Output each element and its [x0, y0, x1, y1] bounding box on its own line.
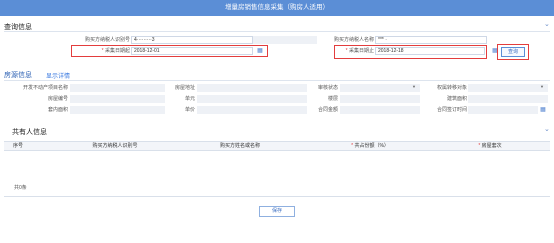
unit-price-field[interactable]	[197, 106, 307, 114]
end-date-label-text: 采集日期止	[348, 48, 374, 54]
col-header-index: 序号	[12, 143, 23, 149]
contract-amount-label: 合同金额	[317, 107, 338, 113]
col-header-tax-id: 购买方纳税人识别号	[92, 143, 138, 149]
start-date-label: * 采集日期起	[86, 47, 130, 55]
filler	[253, 36, 317, 44]
buyer-name-input[interactable]: *** ·	[375, 36, 487, 44]
house-number-field[interactable]	[70, 95, 165, 103]
tab-house-info[interactable]: 房源信息	[4, 70, 32, 80]
inner-area-field[interactable]	[70, 106, 165, 114]
end-date-input[interactable]: 2018-12-18	[375, 47, 485, 55]
contract-date-label: 合同签订时间	[436, 107, 467, 113]
window-title: 增量房销售信息采集（购房人适用）	[0, 0, 554, 16]
save-button[interactable]: 保存	[259, 206, 295, 217]
dropdown-arrow-icon[interactable]: ▼	[412, 84, 416, 89]
calendar-icon[interactable]: ▦	[538, 106, 548, 114]
buyer-tax-id-label: 购买方纳税人识别号	[84, 37, 130, 43]
buyer-name-label: 购买方纳税人名称	[333, 37, 374, 43]
col-header-name: 购买方姓名或名称	[219, 143, 260, 149]
floor-field[interactable]	[340, 95, 420, 103]
col-header-house-count: * 房屋套次	[440, 141, 540, 151]
address-field[interactable]	[197, 84, 307, 92]
coowner-table-body	[4, 151, 550, 197]
coowner-section-title: 共有人信息	[12, 129, 47, 136]
contract-amount-field[interactable]	[340, 106, 420, 114]
transfer-object-label: 权属转移对象	[436, 85, 467, 91]
project-name-field[interactable]	[70, 84, 165, 92]
unit-label: 单元	[184, 96, 195, 102]
col-header-share-text: 共占份额（%）	[354, 143, 389, 149]
collapse-query-icon[interactable]: ⌄	[544, 20, 550, 28]
required-mark: *	[101, 48, 104, 54]
project-name-label: 开发不动产项目名称	[22, 85, 68, 91]
house-number-label: 房屋编号	[47, 96, 68, 102]
divider	[4, 31, 550, 32]
show-details-link[interactable]: 显示详情	[46, 71, 70, 80]
col-header-house-count-text: 房屋套次	[481, 143, 502, 149]
col-header-share: * 共占份额（%）	[320, 141, 420, 151]
contract-date-field[interactable]	[468, 106, 538, 114]
table-footer-count: 共0条	[14, 185, 27, 191]
address-label: 房屋地址	[174, 85, 195, 91]
end-date-label: * 采集日期止	[334, 47, 374, 55]
building-area-field[interactable]	[468, 95, 548, 103]
start-date-input[interactable]: 2018-12-01	[131, 47, 253, 55]
required-mark: *	[345, 48, 348, 54]
buyer-tax-id-input[interactable]: 4·········3	[131, 36, 253, 44]
divider	[4, 80, 550, 81]
unit-price-label: 单价	[184, 107, 195, 113]
dropdown-arrow-icon[interactable]: ▼	[540, 84, 544, 89]
building-area-label: 建筑面积	[446, 96, 467, 102]
query-button[interactable]: 查询	[501, 47, 525, 57]
floor-label: 楼层	[327, 96, 338, 102]
transfer-object-select[interactable]	[468, 84, 548, 92]
calendar-icon[interactable]: ▦	[255, 47, 265, 55]
inner-area-label: 套内面积	[47, 107, 68, 113]
audit-status-select[interactable]	[340, 84, 420, 92]
audit-status-label: 审核状态	[317, 85, 338, 91]
collapse-coowner-icon[interactable]: ⌄	[544, 125, 550, 133]
start-date-label-text: 采集日期起	[104, 48, 130, 54]
unit-field[interactable]	[197, 95, 307, 103]
